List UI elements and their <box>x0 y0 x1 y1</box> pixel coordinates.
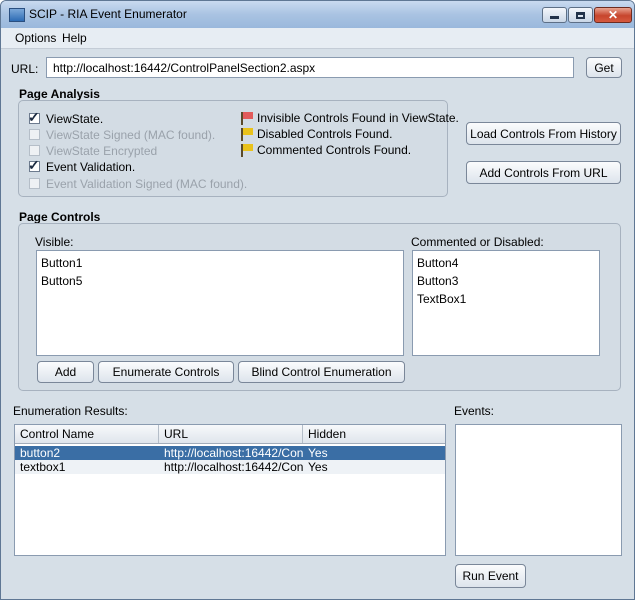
minimize-icon <box>550 16 559 19</box>
column-header-control-name[interactable]: Control Name <box>15 425 159 443</box>
check-icon: ✓ <box>28 157 40 173</box>
event-validation-signed-label: Event Validation Signed (MAC found). <box>46 177 248 191</box>
cell-control-name: button2 <box>20 446 61 460</box>
add-button[interactable]: Add <box>37 361 94 383</box>
blind-control-enumeration-button[interactable]: Blind Control Enumeration <box>238 361 405 383</box>
check-icon: ✓ <box>28 109 40 125</box>
page-analysis-title: Page Analysis <box>19 87 100 101</box>
cell-hidden: Yes <box>308 446 328 460</box>
maximize-icon <box>576 11 585 19</box>
window-title: SCIP - RIA Event Enumerator <box>29 7 187 21</box>
app-icon <box>9 8 25 22</box>
run-event-button[interactable]: Run Event <box>455 564 526 588</box>
commented-controls-label: Commented Controls Found. <box>257 143 412 157</box>
event-validation-label: Event Validation. <box>46 160 136 174</box>
table-row[interactable]: textbox1 http://localhost:16442/Cont... … <box>15 460 445 474</box>
url-input[interactable] <box>46 57 574 78</box>
list-item[interactable]: Button4 <box>417 256 458 270</box>
enumeration-results-table[interactable]: Control Name URL Hidden button2 http://l… <box>14 424 446 556</box>
viewstate-encrypted-label: ViewState Encrypted <box>46 144 158 158</box>
viewstate-signed-label: ViewState Signed (MAC found). <box>46 128 216 142</box>
list-item[interactable]: Button5 <box>41 274 82 288</box>
red-flag-icon <box>243 112 253 119</box>
close-button[interactable]: ✕ <box>594 7 632 23</box>
cell-url: http://localhost:16442/Cont... <box>164 460 303 474</box>
events-label: Events: <box>454 404 495 418</box>
visible-controls-list[interactable]: Button1 Button5 <box>36 250 404 356</box>
url-label: URL: <box>11 62 39 76</box>
cell-url: http://localhost:16442/Cont... <box>164 446 303 460</box>
yellow-flag-icon <box>243 144 253 151</box>
invisible-controls-label: Invisible Controls Found in ViewState. <box>257 111 459 125</box>
menu-options[interactable]: Options <box>15 31 56 45</box>
title-bar[interactable]: SCIP - RIA Event Enumerator ✕ <box>1 1 634 28</box>
add-controls-url-button[interactable]: Add Controls From URL <box>466 161 621 184</box>
get-button[interactable]: Get <box>586 57 622 78</box>
commented-disabled-list[interactable]: Button4 Button3 TextBox1 <box>412 250 600 356</box>
maximize-button[interactable] <box>568 7 593 23</box>
yellow-flag-icon <box>243 128 253 135</box>
list-item[interactable]: TextBox1 <box>417 292 466 306</box>
list-item[interactable]: Button3 <box>417 274 458 288</box>
cell-hidden: Yes <box>308 460 328 474</box>
cell-control-name: textbox1 <box>20 460 66 474</box>
events-list[interactable] <box>455 424 622 556</box>
enumerate-controls-button[interactable]: Enumerate Controls <box>98 361 234 383</box>
visible-label: Visible: <box>35 235 74 249</box>
app-window: SCIP - RIA Event Enumerator ✕ Options He… <box>0 0 635 600</box>
menu-bar: Options Help <box>1 28 634 49</box>
menu-help[interactable]: Help <box>62 31 87 45</box>
disabled-controls-label: Disabled Controls Found. <box>257 127 393 141</box>
viewstate-label: ViewState. <box>46 112 104 126</box>
list-item[interactable]: Button1 <box>41 256 82 270</box>
load-controls-history-button[interactable]: Load Controls From History <box>466 122 621 145</box>
enumeration-results-label: Enumeration Results: <box>13 404 128 418</box>
minimize-button[interactable] <box>542 7 567 23</box>
column-header-hidden[interactable]: Hidden <box>303 425 445 443</box>
commented-disabled-label: Commented or Disabled: <box>411 235 544 249</box>
page-controls-title: Page Controls <box>19 210 101 224</box>
close-icon: ✕ <box>607 8 619 22</box>
table-header: Control Name URL Hidden <box>15 425 445 444</box>
column-header-url[interactable]: URL <box>159 425 303 443</box>
table-row[interactable]: button2 http://localhost:16442/Cont... Y… <box>15 446 445 460</box>
